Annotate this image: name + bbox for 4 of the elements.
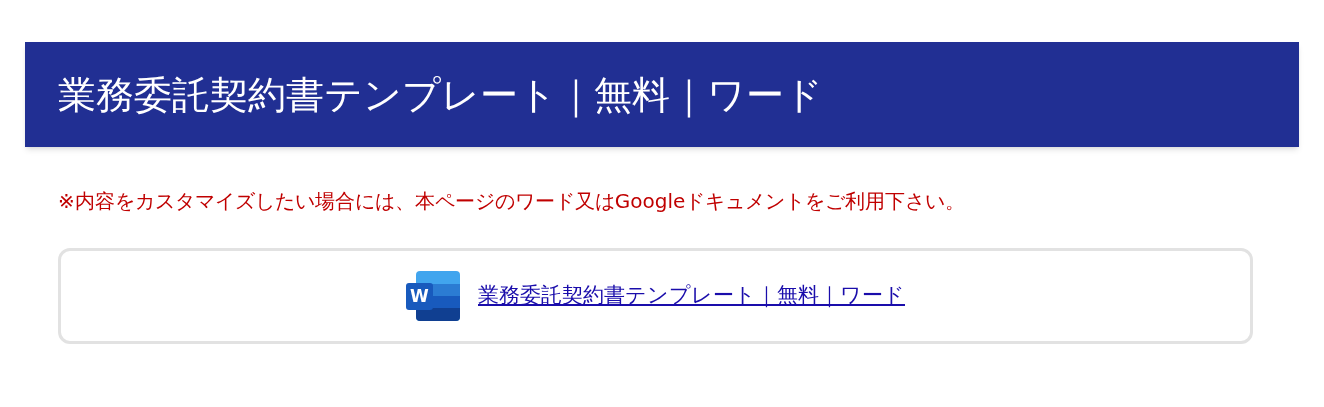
download-link[interactable]: 業務委託契約書テンプレート｜無料｜ワード <box>478 280 905 312</box>
notice-text: ※内容をカスタマイズしたい場合には、本ページのワード又はGoogleドキュメントをご利用下さい。 <box>58 188 967 215</box>
document-icon <box>406 271 460 321</box>
icon-letter: W <box>409 285 430 308</box>
